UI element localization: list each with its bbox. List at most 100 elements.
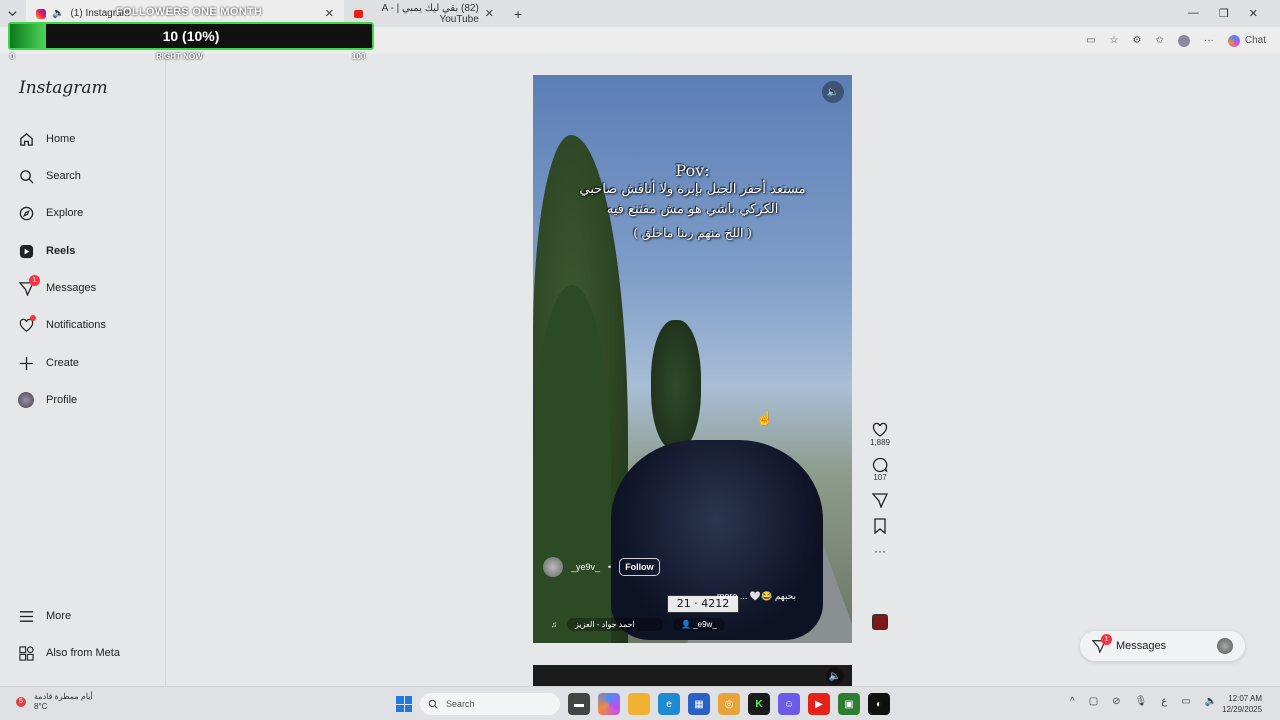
split-screen-icon[interactable]: ▭ — [1086, 35, 1095, 46]
network-icon[interactable]: ▭ — [1181, 696, 1190, 707]
close-icon[interactable]: ✕ — [485, 7, 494, 20]
new-tab-button[interactable]: + — [504, 0, 532, 27]
sidebar-item-create[interactable]: Create — [18, 351, 158, 375]
more-options-icon[interactable]: ··· — [1204, 35, 1214, 46]
caption-line: ( اللخ منهم ربنا ماخلق ) — [633, 226, 752, 240]
avatar-icon — [18, 392, 34, 408]
overlay-title: FOLLOWERS ONE MONTH — [116, 6, 263, 18]
volume-icon[interactable]: 🔈 — [1205, 696, 1217, 707]
speaker-icon: 🔈 — [828, 670, 842, 682]
sidebar-item-messages[interactable]: 1 Messages — [18, 275, 158, 300]
audio-track[interactable]: احمد جواد - العزيز — [567, 618, 663, 631]
microphone-icon[interactable]: 🎙 — [1135, 696, 1148, 707]
chrome-icon[interactable]: ◎ — [718, 693, 740, 715]
comment-button[interactable]: 107 — [872, 457, 888, 482]
search-icon — [18, 168, 34, 184]
profile-avatar[interactable] — [1177, 34, 1190, 47]
youtube-icon[interactable]: ▶ — [808, 693, 830, 715]
copilot-icon[interactable] — [598, 693, 620, 715]
messages-icon: 1 — [18, 275, 40, 296]
messages-badge: 1 — [29, 275, 40, 286]
meta-icon — [18, 645, 34, 661]
file-explorer-icon[interactable] — [628, 693, 650, 715]
minimize-icon[interactable]: — — [1188, 7, 1199, 20]
tray-app-icon[interactable]: ⊘ — [1112, 696, 1120, 707]
overlay-value: 10 (10%) — [162, 28, 220, 44]
chevron-up-icon[interactable]: ^ — [1070, 696, 1075, 707]
reel-scenery — [651, 320, 701, 450]
reel-description[interactable]: بحبهم 😂🤍 ... more — [717, 591, 796, 602]
weather-widget[interactable]: 5 أيام ممطرة قادمة 8°C — [16, 692, 93, 711]
separator: • — [608, 562, 612, 572]
taskbar-apps: Search ▬ e ▦ ◎ K ☺ ▶ ▣ ◐ — [396, 693, 890, 715]
weather-temp: 8°C — [34, 702, 48, 711]
discord-icon[interactable]: ☺ — [778, 693, 800, 715]
sidebar-item-also-from-meta[interactable]: Also from Meta — [18, 641, 158, 665]
sidebar-item-more[interactable]: More — [18, 604, 158, 628]
username[interactable]: _ye9v_ — [571, 562, 600, 572]
weather-badge: 5 — [16, 696, 26, 707]
avatar[interactable] — [543, 557, 563, 577]
audio-thumbnail[interactable] — [872, 614, 888, 630]
plus-icon — [18, 355, 34, 371]
window-controls: — ❐ ✕ — [1188, 7, 1280, 20]
task-view-icon[interactable]: ▬ — [568, 693, 590, 715]
home-icon — [18, 131, 34, 147]
share-button[interactable] — [872, 492, 888, 508]
language-icon[interactable]: ع — [1161, 696, 1167, 707]
reel-scenery — [533, 285, 611, 643]
reel-caption: Pov: مستعد أحفر الجبل بإبرة ولا أناقش صا… — [533, 161, 852, 240]
reel-video[interactable]: 21 · 4212 Pov: مستعد أحفر الجبل بإبرة ول… — [533, 75, 852, 643]
comment-count: 107 — [873, 473, 887, 482]
save-button[interactable] — [872, 518, 888, 534]
sidebar-item-label: Also from Meta — [46, 647, 120, 659]
close-window-icon[interactable]: ✕ — [1249, 7, 1258, 20]
app-icon[interactable]: ◐ — [868, 693, 890, 715]
more-options-button[interactable]: ··· — [874, 544, 886, 558]
favorites-icon[interactable]: ✩ — [1155, 35, 1163, 46]
sidebar-item-profile[interactable]: Profile — [18, 388, 158, 412]
sidebar-item-label: Explore — [46, 207, 84, 219]
mute-button[interactable]: 🔈 — [822, 81, 844, 103]
restore-icon[interactable]: ❐ — [1219, 7, 1229, 20]
sidebar-item-reels[interactable]: Reels — [18, 239, 158, 263]
messages-icon: 1 — [1091, 634, 1112, 654]
like-button[interactable]: 1,889 — [870, 422, 890, 447]
instagram-logo[interactable]: Instagram — [19, 78, 108, 98]
app-icon[interactable]: ▣ — [838, 693, 860, 715]
overlay-mid-label: RIGHT NOW — [156, 52, 203, 61]
hand-cursor-icon: ☝ — [756, 410, 774, 426]
overlay-progress-bar: 10 (10%) — [8, 22, 374, 50]
sidebar-item-notifications[interactable]: Notifications — [18, 313, 158, 337]
copilot-chat-button[interactable]: Chat — [1227, 34, 1266, 47]
extensions-icon[interactable]: ⚙ — [1133, 35, 1142, 46]
sidebar-item-label: Search — [46, 170, 81, 182]
favorite-star-icon[interactable]: ☆ — [1110, 35, 1119, 46]
kick-icon[interactable]: K — [748, 693, 770, 715]
start-button-icon[interactable] — [396, 696, 412, 712]
clock[interactable]: 12:07 AM 12/29/2025 — [1222, 693, 1262, 715]
ellipsis-icon: ··· — [874, 544, 886, 558]
next-reel[interactable]: 🔈 — [533, 665, 852, 686]
avatar — [1217, 638, 1233, 654]
sidebar-item-label: Create — [46, 357, 80, 369]
caption-line: مستعد أحفر الجبل بإبرة ولا أناقش صاحبي — [579, 182, 806, 197]
sidebar-item-label: Reels — [46, 245, 76, 257]
sidebar-item-label: Notifications — [46, 319, 106, 331]
overlay-min-label: 0 — [10, 52, 15, 61]
caption-line: الكركي باشي هو مش مقتنع فيه — [606, 202, 779, 217]
sidebar-item-label: More — [46, 610, 72, 622]
messages-pill[interactable]: 1 Messages — [1080, 631, 1245, 661]
taskbar: 5 أيام ممطرة قادمة 8°C Search ▬ e ▦ ◎ K … — [0, 686, 1280, 720]
follow-button[interactable]: Follow — [619, 558, 660, 576]
store-icon[interactable]: ▦ — [688, 693, 710, 715]
sidebar-item-explore[interactable]: Explore — [18, 201, 158, 225]
edge-icon[interactable]: e — [658, 693, 680, 715]
tagged-user[interactable]: 👤 _e9w_ — [673, 618, 725, 631]
sidebar-item-home[interactable]: Home — [18, 127, 158, 151]
sidebar-item-search[interactable]: Search — [18, 164, 158, 188]
mute-button[interactable]: 🔈 — [826, 667, 844, 685]
taskbar-search[interactable]: Search — [420, 693, 560, 715]
chat-label: Chat — [1244, 35, 1266, 46]
tray-app-icon[interactable]: ▢ — [1089, 696, 1098, 707]
